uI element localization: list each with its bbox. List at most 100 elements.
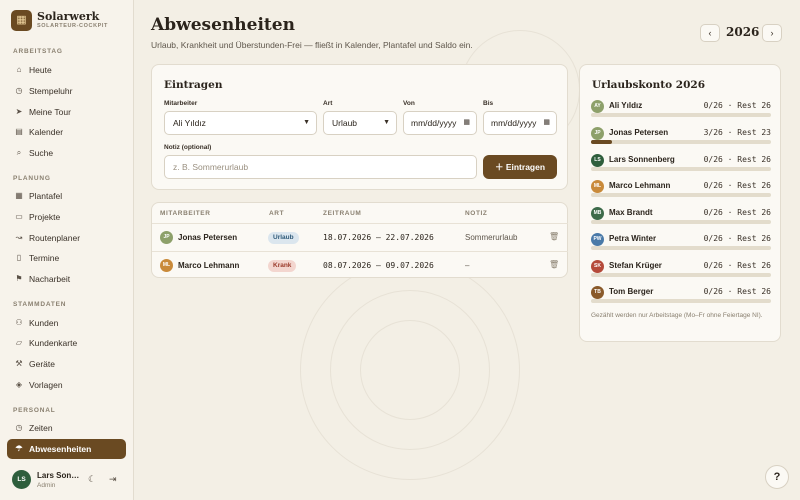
account-row: JP Jonas Petersen 3/26 · Rest 23 [591,127,771,153]
sidebar-item-vorlagen[interactable]: ◈ Vorlagen [7,375,126,395]
layers-icon: ◈ [15,380,23,389]
sidebar-item-routenplaner[interactable]: ↝ Routenplaner [7,228,126,248]
employee-name: Ali Yıldız [609,101,643,110]
account-value: 0/26 · Rest 26 [703,181,771,190]
sidebar-item-kalender[interactable]: ▤ Kalender [7,122,126,142]
employee-label: Mitarbeiter [164,100,198,107]
employee-name: Lars Sonnenberg [609,155,675,164]
sidebar-item-label: Routenplaner [29,233,81,243]
employee-name: Petra Winter [609,234,657,243]
avatar: SK [591,260,604,273]
progress-bar [591,246,771,250]
employee-name: Jonas Petersen [609,128,669,137]
note: – [465,261,470,270]
sidebar-item-abwesenheiten[interactable]: ☂ Abwesenheiten [7,439,126,459]
sidebar-item-stempeluhr[interactable]: ◷ Stempeluhr [7,81,126,101]
help-button[interactable]: ? [765,465,789,489]
account-value: 0/26 · Rest 26 [703,234,771,243]
folder-icon: ▭ [15,212,23,221]
account-row: ML Marco Lehmann 0/26 · Rest 26 [591,180,771,206]
users-icon: ⚇ [15,318,23,327]
sidebar-item-suche[interactable]: ⌕ Suche [7,143,126,163]
sidebar-item-zeiten[interactable]: ◷ Zeiten [7,418,126,438]
sidebar-item-label: Plantafel [29,191,63,201]
status-badge: Urlaub [268,232,299,244]
home-icon: ⌂ [16,65,22,74]
user-name: Lars Son… [37,471,80,480]
calendar-icon: ▦ [463,119,470,126]
account-row: AY Ali Yıldız 0/26 · Rest 26 [591,100,771,126]
to-date-placeholder: mm/dd/yyyy [491,118,537,128]
logout-icon[interactable]: ⇥ [109,474,117,485]
tool-icon: ⚒ [15,359,23,368]
progress-fill [591,140,612,144]
note-input[interactable]: z. B. Sommerurlaub [164,155,477,179]
plus-icon: ＋ [494,162,506,172]
sidebar-item-meine-tour[interactable]: ➤ Meine Tour [7,102,126,122]
employee-select-value: Ali Yıldız [173,118,206,128]
sidebar-item-label: Kunden [29,318,59,328]
sidebar-item-label: Termine [29,253,60,263]
chevron-down-icon: ▼ [383,119,390,126]
sidebar-item-kunden[interactable]: ⚇ Kunden [7,313,126,333]
column-header-employee: MITARBEITER [160,210,211,217]
calendar-icon: ▤ [15,127,23,136]
sidebar-item-label: Projekte [29,212,61,222]
sidebar-item-heute[interactable]: ⌂ Heute [7,60,126,80]
chevron-down-icon: ▼ [303,119,310,126]
nav-section-stammdaten: STAMMDATEN [13,301,67,308]
sidebar-item-plantafel[interactable]: ▦ Plantafel [7,186,126,206]
sidebar-item-label: Stempeluhr [29,86,73,96]
column-header-type: ART [269,210,285,217]
sidebar-item-label: Kundenkarte [29,338,78,348]
employee-name: Marco Lehmann [609,181,671,190]
avatar: JP [160,231,173,244]
flag-icon: ⚑ [15,274,23,283]
avatar: JP [591,127,604,140]
progress-bar [591,299,771,303]
sidebar-item-termine[interactable]: ▯ Termine [7,248,126,268]
navigation-icon: ➤ [15,107,23,116]
user-role: Admin [37,482,56,489]
brand[interactable]: ▦ Solarwerk SOLARTEUR-COCKPIT [11,10,131,34]
employee-name: Max Brandt [609,208,653,217]
user-profile[interactable]: LS Lars Son… Admin ☾ ⇥ [12,468,130,492]
theme-toggle-icon[interactable]: ☾ [88,474,96,485]
sidebar-item-nacharbeit[interactable]: ⚑ Nacharbeit [7,269,126,289]
account-value: 0/26 · Rest 26 [703,208,771,217]
route-icon: ↝ [15,233,23,242]
to-date-input[interactable]: mm/dd/yyyy ▦ [483,111,557,135]
table-row[interactable]: JP Jonas Petersen Urlaub 18.07.2026 – 22… [152,223,568,251]
next-year-button[interactable]: › [762,24,782,42]
account-value: 0/26 · Rest 26 [703,101,771,110]
form-title: Eintragen [164,79,223,91]
sidebar-item-kundenkarte[interactable]: ▱ Kundenkarte [7,333,126,353]
note: Sommerurlaub [465,233,518,242]
umbrella-icon: ☂ [15,444,23,453]
sidebar-item-label: Geräte [29,359,55,369]
column-header-note: NOTIZ [465,210,488,217]
sidebar-item-geraete[interactable]: ⚒ Geräte [7,354,126,374]
progress-bar [591,220,771,224]
nav-section-personal: PERSONAL [13,407,56,414]
avatar: PW [591,233,604,246]
submit-button[interactable]: ＋ Eintragen [483,155,557,179]
year-value: 2026 [726,25,760,39]
table-row[interactable]: ML Marco Lehmann Krank 08.07.2026 – 09.0… [152,251,568,279]
employee-select[interactable]: Ali Yıldız ▼ [164,111,317,135]
sidebar-item-label: Nacharbeit [29,274,71,284]
prev-year-button[interactable]: ‹ [700,24,720,42]
period: 18.07.2026 – 22.07.2026 [323,233,434,242]
avatar: AY [591,100,604,113]
account-row: LS Lars Sonnenberg 0/26 · Rest 26 [591,154,771,180]
status-badge: Krank [268,260,297,272]
trash-icon[interactable]: 🗑 [549,232,559,241]
type-select[interactable]: Urlaub ▼ [323,111,397,135]
grid-icon: ▦ [15,191,23,200]
progress-bar [591,167,771,171]
sidebar-item-projekte[interactable]: ▭ Projekte [7,207,126,227]
trash-icon[interactable]: 🗑 [549,260,559,269]
from-date-input[interactable]: mm/dd/yyyy ▦ [403,111,477,135]
employee-name: Marco Lehmann [178,261,240,270]
map-icon: ▱ [15,338,23,347]
